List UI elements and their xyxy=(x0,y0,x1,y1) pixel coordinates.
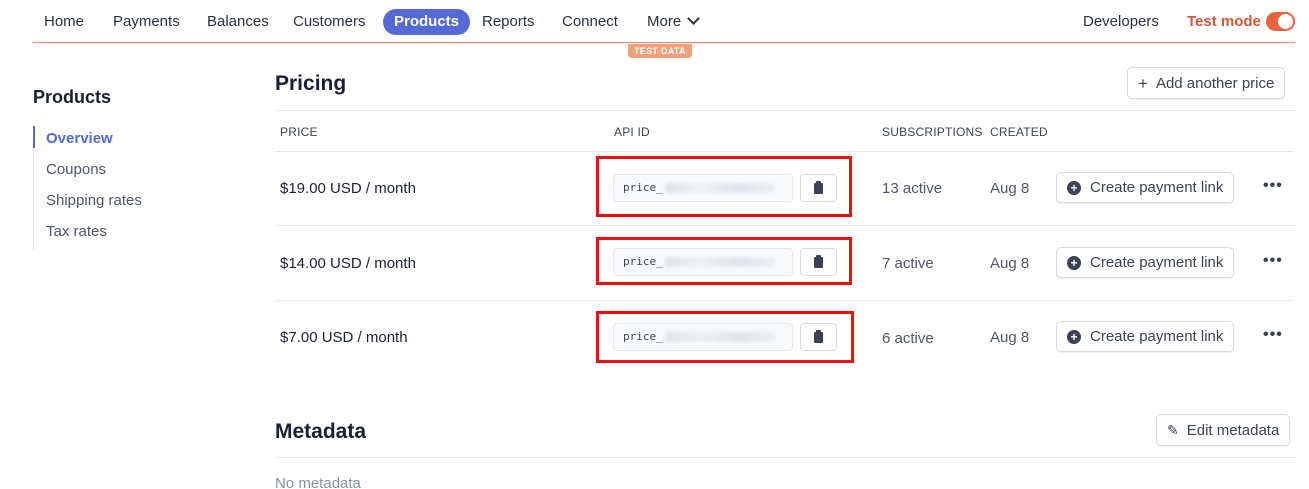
plus-circle-icon: + xyxy=(1067,180,1081,195)
nav-developers[interactable]: Developers xyxy=(1072,9,1170,35)
more-actions-icon[interactable]: ••• xyxy=(1263,177,1283,195)
plus-icon: + xyxy=(1138,73,1148,93)
nav-more-label: More xyxy=(647,13,682,30)
sidebar-item-coupons[interactable]: Coupons xyxy=(46,161,106,178)
column-header-api-id: API ID xyxy=(614,125,650,139)
price-cell: $14.00 USD / month xyxy=(280,255,416,272)
create-payment-link-button[interactable]: + Create payment link xyxy=(1056,172,1235,203)
add-another-price-button[interactable]: + Add another price xyxy=(1127,67,1286,99)
created-cell: Aug 8 xyxy=(990,180,1030,197)
test-mode-toggle[interactable] xyxy=(1266,12,1295,31)
pricing-title: Pricing xyxy=(275,72,347,95)
sidebar-active-indicator xyxy=(33,126,35,148)
create-payment-link-button[interactable]: + Create payment link xyxy=(1056,247,1235,278)
sidebar-item-shipping-rates[interactable]: Shipping rates xyxy=(46,192,142,209)
create-payment-link-label: Create payment link xyxy=(1090,328,1224,345)
nav-balances[interactable]: Balances xyxy=(196,9,280,35)
highlight-box xyxy=(596,237,852,285)
add-another-price-label: Add another price xyxy=(1155,74,1275,92)
created-cell: Aug 8 xyxy=(990,329,1030,346)
nav-reports[interactable]: Reports xyxy=(471,9,546,35)
test-data-badge: TEST DATA xyxy=(628,44,692,58)
toggle-knob xyxy=(1278,14,1293,29)
chevron-down-icon xyxy=(687,12,701,25)
no-metadata-text: No metadata xyxy=(275,475,361,489)
sidebar-title: Products xyxy=(33,87,112,107)
plus-circle-icon: + xyxy=(1067,255,1081,270)
created-cell: Aug 8 xyxy=(990,255,1030,272)
nav-products[interactable]: Products xyxy=(383,9,471,35)
test-mode-label: Test mode xyxy=(1187,13,1261,30)
divider xyxy=(275,457,1294,458)
highlight-box xyxy=(596,156,852,217)
subscriptions-cell: 7 active xyxy=(882,255,934,272)
create-payment-link-button[interactable]: + Create payment link xyxy=(1056,321,1235,352)
edit-metadata-button[interactable]: ✎ Edit metadata xyxy=(1156,414,1291,446)
pencil-icon: ✎ xyxy=(1167,422,1179,438)
divider xyxy=(275,110,1294,111)
nav-home[interactable]: Home xyxy=(33,9,95,35)
column-header-price: PRICE xyxy=(280,125,318,139)
column-header-subscriptions: SUBSCRIPTIONS xyxy=(882,125,983,139)
column-header-created: CREATED xyxy=(990,125,1048,139)
nav-connect[interactable]: Connect xyxy=(551,9,629,35)
highlight-box xyxy=(596,311,854,363)
sidebar-item-overview[interactable]: Overview xyxy=(46,130,113,147)
create-payment-link-label: Create payment link xyxy=(1090,179,1224,196)
more-actions-icon[interactable]: ••• xyxy=(1263,326,1283,344)
plus-circle-icon: + xyxy=(1067,329,1081,344)
nav-customers[interactable]: Customers xyxy=(282,9,377,35)
metadata-title: Metadata xyxy=(275,420,367,443)
nav-payments[interactable]: Payments xyxy=(102,9,191,35)
top-navigation: Home Payments Balances Customers Product… xyxy=(0,0,1309,43)
subscriptions-cell: 13 active xyxy=(882,180,943,197)
subscriptions-cell: 6 active xyxy=(882,330,934,347)
nav-more[interactable]: More xyxy=(636,9,709,35)
nav-divider xyxy=(33,42,1295,43)
more-actions-icon[interactable]: ••• xyxy=(1263,252,1283,270)
price-cell: $19.00 USD / month xyxy=(280,180,416,197)
price-cell: $7.00 USD / month xyxy=(280,329,408,346)
edit-metadata-label: Edit metadata xyxy=(1186,421,1280,439)
create-payment-link-label: Create payment link xyxy=(1090,254,1224,271)
sidebar-nav: Overview Coupons Shipping rates Tax rate… xyxy=(33,124,233,250)
sidebar-item-tax-rates[interactable]: Tax rates xyxy=(46,223,107,240)
